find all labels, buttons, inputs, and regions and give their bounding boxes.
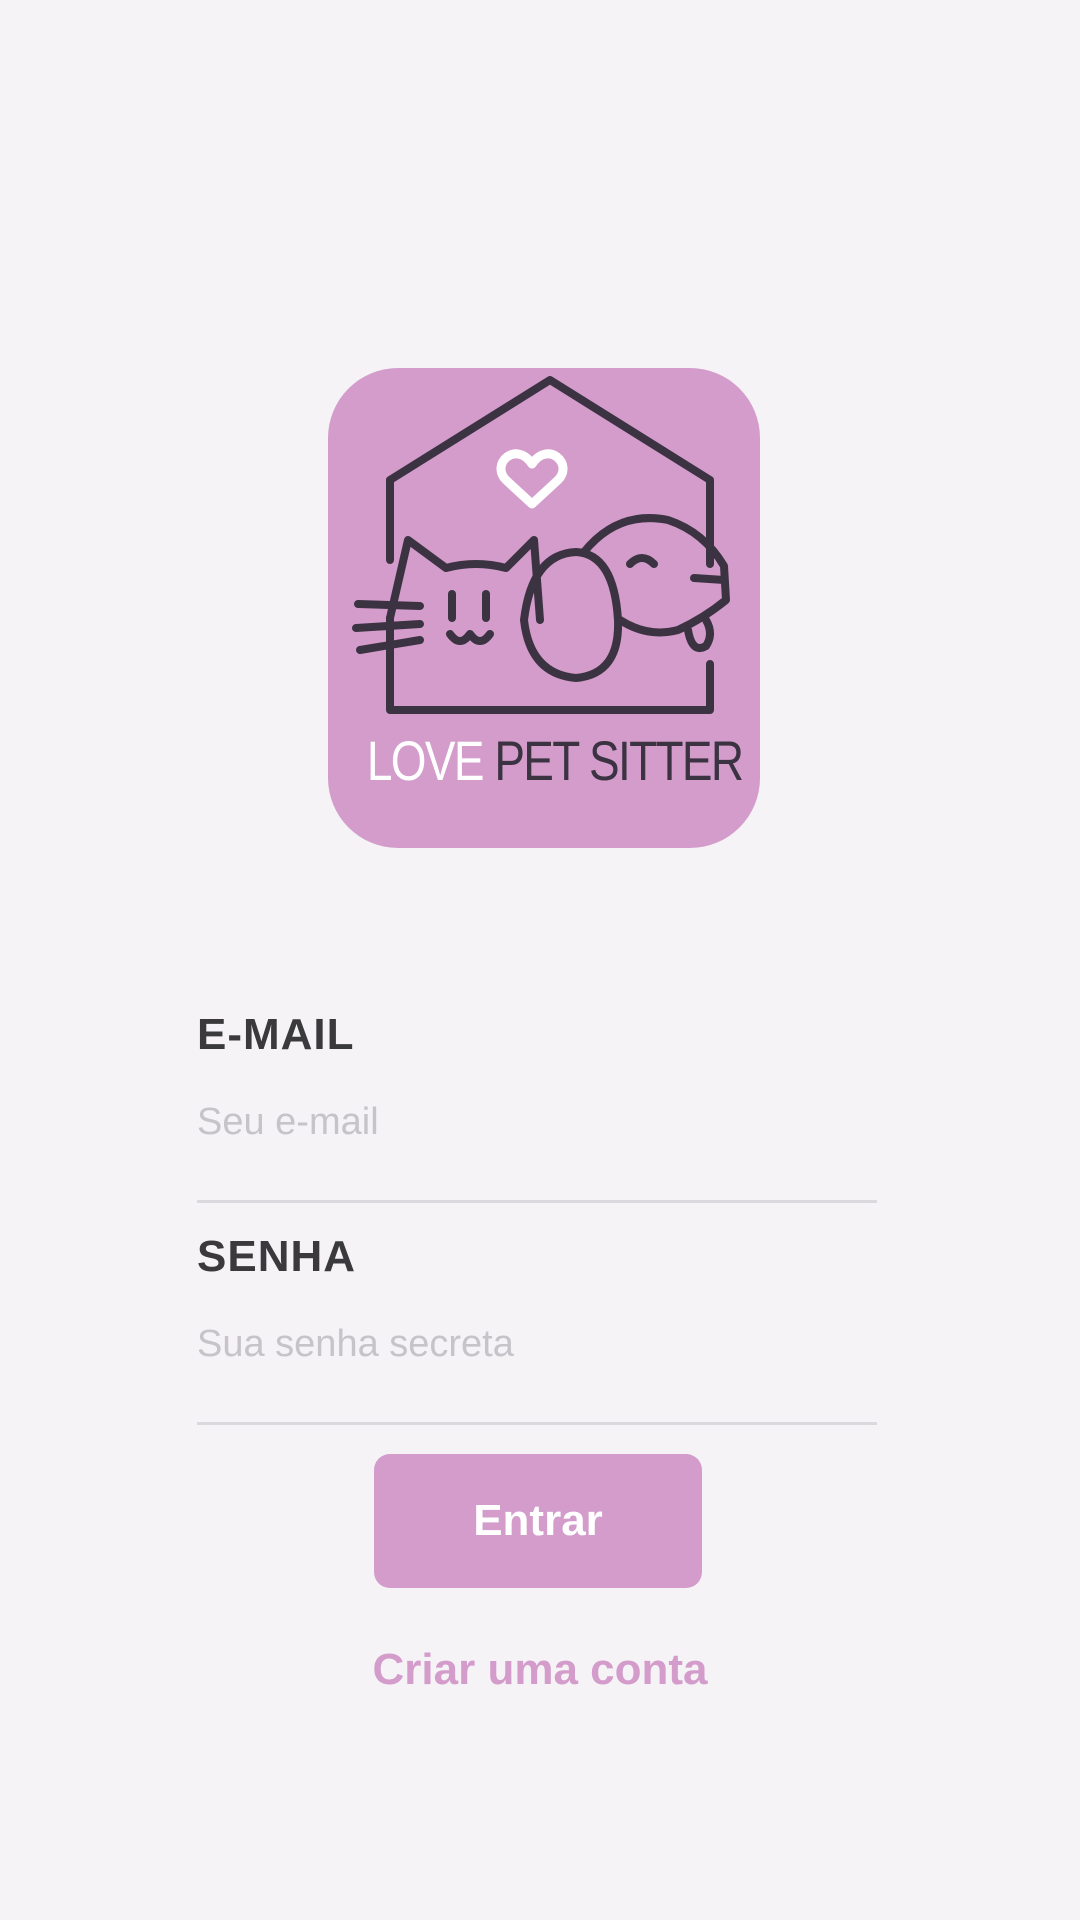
app-logo: LOVE PET SITTER — [328, 368, 760, 848]
email-divider — [197, 1200, 877, 1203]
heart-icon — [496, 449, 568, 509]
logo-word-love: LOVE — [366, 729, 485, 792]
create-account-link[interactable]: Criar uma conta — [0, 1645, 1080, 1695]
logo-text: LOVE PET SITTER — [366, 728, 744, 793]
logo-word-pet-sitter: PET SITTER — [494, 729, 744, 792]
password-input[interactable] — [197, 1314, 877, 1374]
login-form: E-MAIL SENHA — [197, 1010, 877, 1454]
email-label: E-MAIL — [197, 1010, 355, 1059]
email-input[interactable] — [197, 1092, 877, 1152]
email-field-group: E-MAIL — [197, 1010, 877, 1232]
password-field-group: SENHA — [197, 1232, 877, 1454]
login-button[interactable]: Entrar — [374, 1454, 702, 1588]
password-label: SENHA — [197, 1232, 357, 1281]
password-divider — [197, 1422, 877, 1425]
